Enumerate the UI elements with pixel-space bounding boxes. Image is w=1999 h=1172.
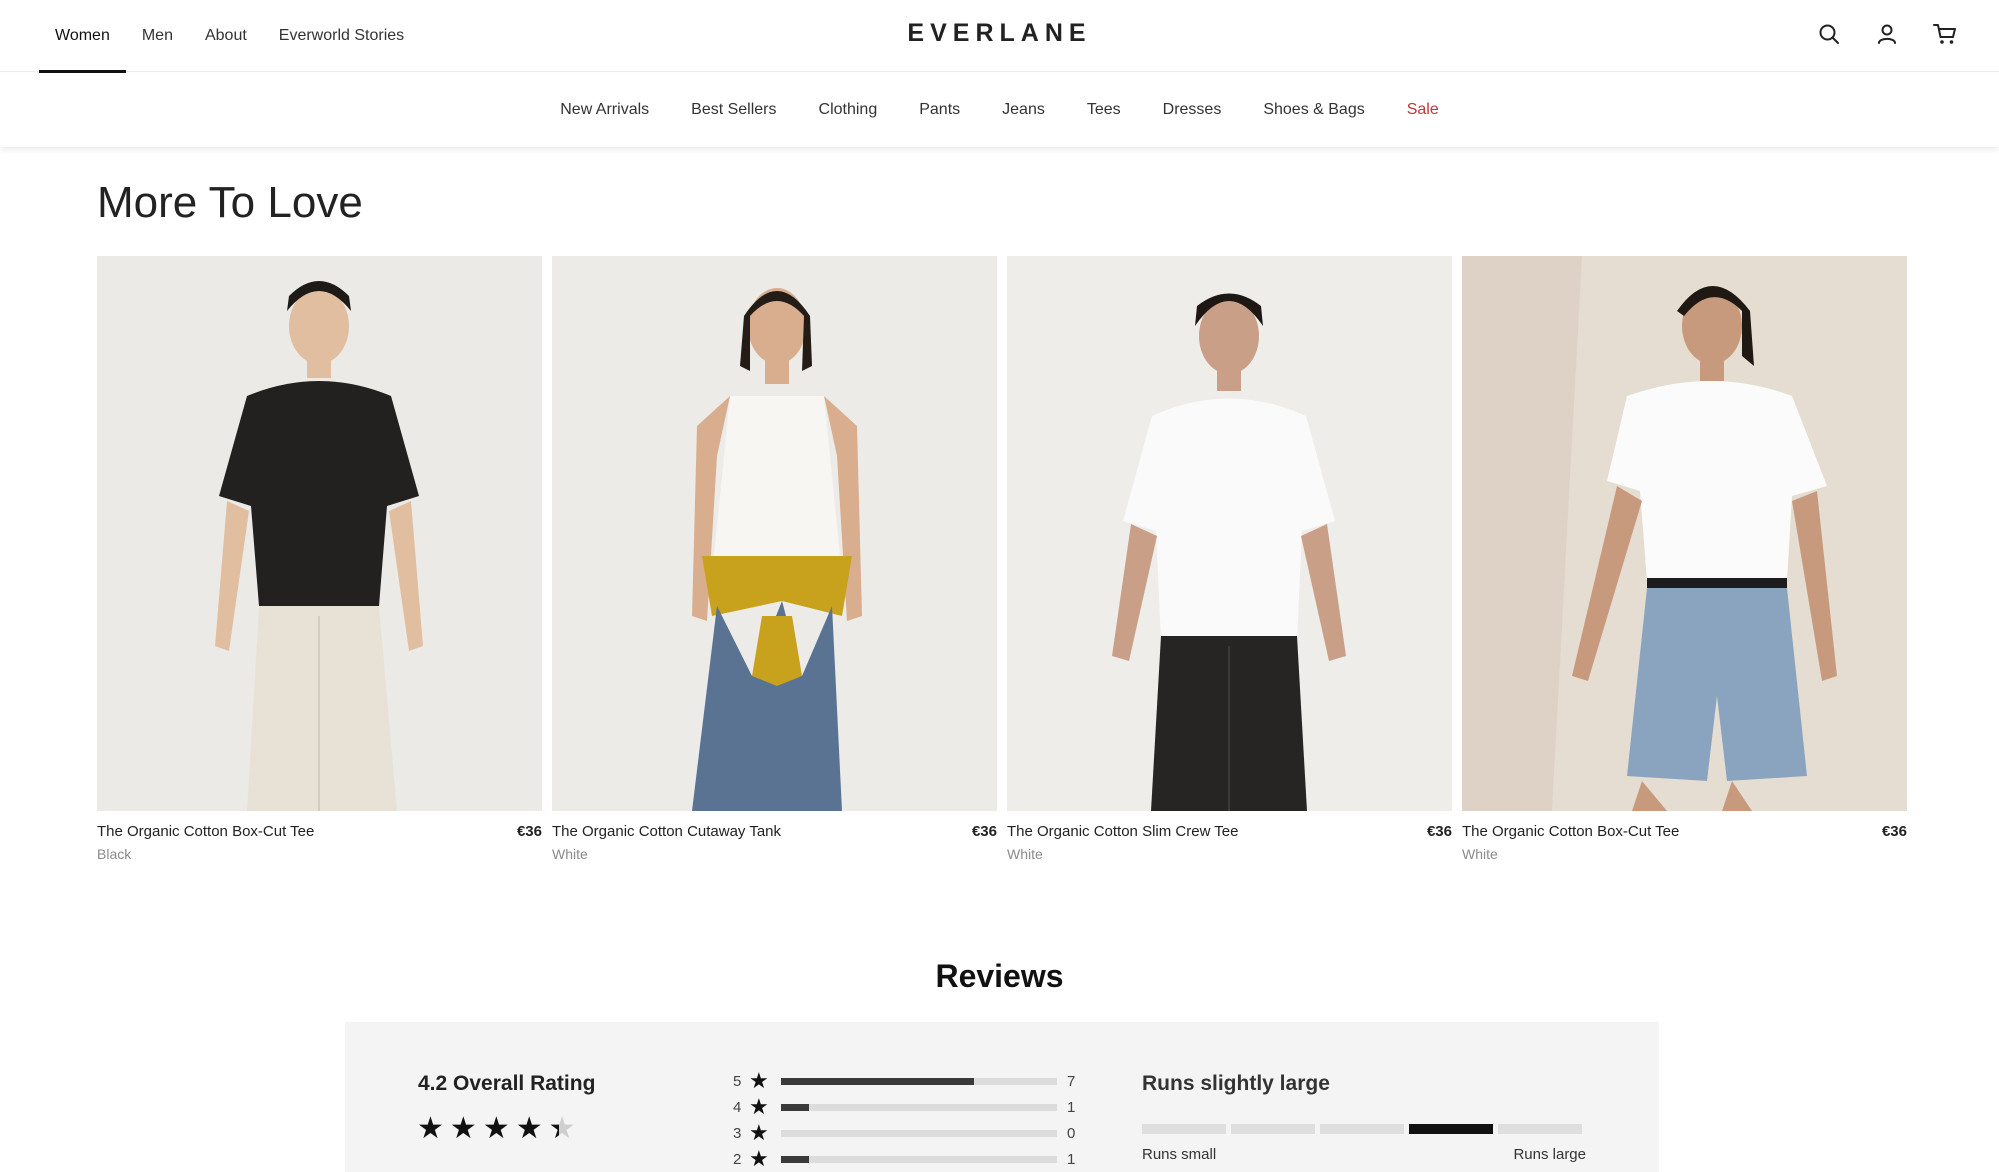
rating-row-count: 0 bbox=[1067, 1124, 1076, 1142]
product-color: White bbox=[1007, 846, 1043, 862]
nav-women[interactable]: Women bbox=[39, 0, 126, 73]
category-pants[interactable]: Pants bbox=[919, 101, 960, 119]
cart-icon[interactable] bbox=[1931, 20, 1959, 48]
product-card[interactable]: The Organic Cotton Box-Cut Tee €36 Black bbox=[97, 256, 542, 862]
product-name[interactable]: The Organic Cotton Box-Cut Tee bbox=[1462, 823, 1679, 840]
fit-segment bbox=[1231, 1124, 1315, 1134]
category-jeans[interactable]: Jeans bbox=[1002, 101, 1045, 119]
partial-star-icon: ★ bbox=[549, 1114, 576, 1145]
fit-scale bbox=[1142, 1124, 1582, 1134]
star-icon: ★ bbox=[749, 1120, 769, 1145]
fit-min-label: Runs small bbox=[1142, 1146, 1217, 1163]
reviews-title: Reviews bbox=[935, 958, 1064, 994]
category-new-arrivals[interactable]: New Arrivals bbox=[560, 101, 649, 119]
product-name[interactable]: The Organic Cotton Slim Crew Tee bbox=[1007, 823, 1238, 840]
product-color: Black bbox=[97, 846, 132, 862]
rating-row-count: 1 bbox=[1067, 1098, 1076, 1116]
star-icon: ★ bbox=[749, 1068, 769, 1093]
product-card[interactable]: The Organic Cotton Box-Cut Tee €36 White bbox=[1462, 256, 1907, 862]
product-color: White bbox=[1462, 846, 1498, 862]
category-nav: New Arrivals Best Sellers Clothing Pants… bbox=[0, 73, 1999, 147]
product-grid: The Organic Cotton Box-Cut Tee €36 Black… bbox=[97, 256, 1907, 862]
category-sale[interactable]: Sale bbox=[1407, 101, 1439, 119]
rating-bar-fill bbox=[781, 1077, 975, 1085]
product-card[interactable]: The Organic Cotton Cutaway Tank €36 Whit… bbox=[552, 256, 997, 862]
more-to-love-title: More To Love bbox=[97, 178, 363, 227]
star-icon: ★ bbox=[417, 1112, 444, 1145]
account-icon[interactable] bbox=[1873, 20, 1901, 48]
rating-row-stars: 3 bbox=[733, 1124, 742, 1142]
product-image[interactable] bbox=[1007, 256, 1452, 811]
category-best-sellers[interactable]: Best Sellers bbox=[691, 101, 776, 119]
category-dresses[interactable]: Dresses bbox=[1163, 101, 1222, 119]
product-image[interactable] bbox=[97, 256, 542, 811]
star-icon: ★ bbox=[749, 1146, 769, 1171]
category-clothing[interactable]: Clothing bbox=[819, 101, 878, 119]
fit-segment bbox=[1320, 1124, 1404, 1134]
product-price: €36 bbox=[516, 823, 542, 840]
rating-bar bbox=[781, 1103, 1057, 1111]
logo[interactable]: EVERLANE bbox=[907, 19, 1091, 47]
product-info: The Organic Cotton Slim Crew Tee €36 bbox=[1007, 823, 1452, 840]
rating-row-stars: 5 bbox=[733, 1072, 742, 1090]
product-card[interactable]: The Organic Cotton Slim Crew Tee €36 Whi… bbox=[1007, 256, 1452, 862]
fit-max-label: Runs large bbox=[1513, 1146, 1586, 1163]
top-header: Women Men About Everworld Stories EVERLA… bbox=[0, 0, 1999, 73]
search-icon[interactable] bbox=[1815, 20, 1843, 48]
product-color: White bbox=[552, 846, 588, 862]
nav-everworld-stories[interactable]: Everworld Stories bbox=[263, 0, 420, 72]
product-info: The Organic Cotton Box-Cut Tee €36 bbox=[97, 823, 542, 840]
fit-labels: Runs small Runs large bbox=[1142, 1146, 1586, 1163]
reviews-panel: 4.2 Overall Rating ★ ★ ★ ★ ★ 5 ★ 7 4 ★ 1… bbox=[345, 1022, 1659, 1172]
rating-bar bbox=[781, 1155, 1057, 1163]
fit-segment bbox=[1142, 1124, 1226, 1134]
rating-bar bbox=[781, 1077, 1057, 1085]
rating-bar-fill bbox=[781, 1103, 809, 1111]
product-name[interactable]: The Organic Cotton Cutaway Tank bbox=[552, 823, 781, 840]
star-icon: ★ bbox=[449, 1112, 477, 1145]
product-name[interactable]: The Organic Cotton Box-Cut Tee bbox=[97, 823, 314, 840]
rating-row[interactable]: 3 ★ 0 bbox=[733, 1120, 1075, 1146]
category-shoes-bags[interactable]: Shoes & Bags bbox=[1263, 101, 1364, 119]
nav-men[interactable]: Men bbox=[126, 0, 189, 72]
rating-row[interactable]: 4 ★ 1 bbox=[733, 1094, 1075, 1120]
star-icon: ★ bbox=[515, 1112, 543, 1145]
star-icon: ★ bbox=[749, 1094, 769, 1119]
star-icon: ★ bbox=[482, 1112, 510, 1145]
fit-title: Runs slightly large bbox=[1142, 1072, 1330, 1095]
primary-nav: Women Men About Everworld Stories bbox=[39, 0, 420, 73]
fit-segment bbox=[1498, 1124, 1582, 1134]
rating-bar-fill bbox=[781, 1155, 809, 1163]
overall-stars: ★ ★ ★ ★ ★ bbox=[417, 1112, 576, 1145]
rating-bar bbox=[781, 1129, 1057, 1137]
fit-segment bbox=[1409, 1124, 1493, 1134]
product-price: €36 bbox=[971, 823, 997, 840]
product-image[interactable] bbox=[1462, 256, 1907, 811]
product-price: €36 bbox=[1881, 823, 1907, 840]
rating-row[interactable]: 5 ★ 7 bbox=[733, 1068, 1075, 1094]
category-tees[interactable]: Tees bbox=[1087, 101, 1121, 119]
product-info: The Organic Cotton Box-Cut Tee €36 bbox=[1462, 823, 1907, 840]
rating-row-stars: 2 bbox=[733, 1150, 742, 1168]
product-price: €36 bbox=[1426, 823, 1452, 840]
product-info: The Organic Cotton Cutaway Tank €36 bbox=[552, 823, 997, 840]
rating-row-count: 1 bbox=[1067, 1150, 1076, 1168]
product-image[interactable] bbox=[552, 256, 997, 811]
header-icons bbox=[1815, 20, 1959, 48]
rating-row-stars: 4 bbox=[733, 1098, 742, 1116]
rating-row-count: 7 bbox=[1067, 1072, 1076, 1090]
nav-about[interactable]: About bbox=[189, 0, 263, 72]
overall-rating: 4.2 Overall Rating bbox=[418, 1072, 596, 1095]
rating-distribution: 5 ★ 7 4 ★ 1 3 ★ 0 2 ★ 1 bbox=[733, 1068, 1075, 1172]
rating-row[interactable]: 2 ★ 1 bbox=[733, 1146, 1075, 1172]
